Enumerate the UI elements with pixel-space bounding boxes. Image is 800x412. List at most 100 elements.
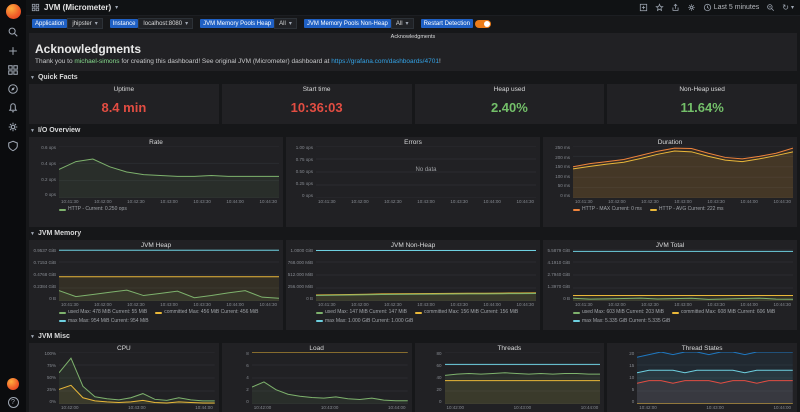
settings-gear-button[interactable] <box>687 3 696 12</box>
y-tick-label: 512.000 MiB <box>288 273 313 278</box>
variable-value-text: localhost:8080 <box>143 21 182 27</box>
dashboard-title[interactable]: JVM (Micrometer) <box>44 3 111 12</box>
add-panel-button[interactable] <box>639 3 648 12</box>
row-header-jvm-memory[interactable]: ▼ JVM Memory <box>30 229 797 238</box>
dashboard-scroll-area[interactable]: Acknowledgments Acknowledgments Thank yo… <box>26 31 800 412</box>
x-axis-labels: 10:41:3010:42:0010:42:3010:43:0010:43:30… <box>543 301 797 308</box>
panel-title[interactable]: Rate <box>29 137 283 146</box>
panel-title[interactable]: Load <box>222 343 412 352</box>
share-button[interactable] <box>671 3 680 12</box>
y-tick-label: 40 <box>436 376 441 381</box>
y-tick-label: 0 <box>439 400 442 405</box>
panel-title[interactable]: JVM Total <box>543 240 797 249</box>
legend: used Max: 478 MiB Current: 55 MiB committ… <box>29 308 283 325</box>
legend-item[interactable]: HTTP - AVG Current: 222 ms <box>650 206 724 214</box>
y-tick-label: 2.7940 GiB <box>547 273 570 278</box>
dashboard-source-link[interactable]: https://grafana.com/dashboards/4701 <box>331 58 439 65</box>
row-header-io-overview[interactable]: ▼ I/O Overview <box>30 126 797 135</box>
panel-title[interactable]: Errors <box>286 137 540 146</box>
x-tick-label: 10:43:30 <box>450 302 468 308</box>
y-tick-label: 150 ms <box>555 165 570 170</box>
panel-title[interactable]: Duration <box>543 137 797 146</box>
star-button[interactable] <box>655 3 664 12</box>
alerting-bell-icon[interactable] <box>7 102 19 114</box>
server-admin-shield-icon[interactable] <box>7 140 19 152</box>
grafana-logo-icon[interactable] <box>6 4 21 19</box>
configuration-gear-icon[interactable] <box>7 121 19 133</box>
x-tick-label: 10:41:30 <box>61 302 79 308</box>
x-tick-label: 10:42:00 <box>351 199 369 205</box>
legend-item[interactable]: max Max: 5.335 GiB Current: 5.335 GiB <box>573 318 670 326</box>
y-tick-label: 8 <box>246 352 249 357</box>
legend-item[interactable]: max Max: 1.000 GiB Current: 1.000 GiB <box>316 318 413 326</box>
graph-body: 0.6 ops0.4 ops0.2 ops0 ops <box>29 146 283 198</box>
graph-body: 86420 <box>222 352 412 404</box>
legend-item[interactable]: used Max: 478 MiB Current: 55 MiB <box>59 309 147 317</box>
variable-value-dropdown[interactable]: jhipster▾ <box>67 18 102 29</box>
search-icon[interactable] <box>7 26 19 38</box>
panel-title[interactable]: Threads <box>415 343 605 352</box>
legend: used Max: 147 MiB Current: 147 MiB commit… <box>286 308 540 325</box>
dashboards-icon[interactable] <box>7 64 19 76</box>
chevron-down-icon: ▾ <box>289 20 292 27</box>
x-tick-label: 10:43:00 <box>160 302 178 308</box>
legend-item[interactable]: max Max: 954 MiB Current: 954 MiB <box>59 318 149 326</box>
variable-restart-detection: Restart Detection <box>421 19 491 28</box>
quick-facts-row: Uptime8.4 minStart time10:36:03Heap used… <box>29 84 797 124</box>
x-tick-label: 10:43:00 <box>128 405 146 411</box>
legend-item[interactable]: HTTP - Current: 0.250 ops <box>59 206 127 214</box>
y-tick-label: 0.50 ops <box>296 170 313 175</box>
legend-item[interactable]: committed Max: 456 MiB Current: 456 MiB <box>155 309 258 317</box>
panel-title[interactable]: Heap used <box>415 84 605 93</box>
variable-value-dropdown[interactable]: localhost:8080▾ <box>138 18 193 29</box>
chevron-down-icon: ▾ <box>406 20 409 27</box>
legend-color-dash <box>573 312 580 314</box>
legend-item[interactable]: committed Max: 608 MiB Current: 606 MiB <box>672 309 775 317</box>
y-tick-label: 0 B <box>306 297 313 302</box>
y-tick-label: 0.9537 GiB <box>33 249 56 254</box>
variable-value-dropdown[interactable]: All▾ <box>274 18 297 29</box>
panel-title[interactable]: JVM Heap <box>29 240 283 249</box>
x-tick-label: 10:44:00 <box>226 302 244 308</box>
panel-title[interactable]: CPU <box>29 343 219 352</box>
refresh-button[interactable]: ↻ ▾ <box>782 4 794 12</box>
y-tick-label: 1.00 ops <box>296 146 313 151</box>
legend-item[interactable]: HTTP - MAX Current: 0 ms <box>573 206 642 214</box>
explore-compass-icon[interactable] <box>7 83 19 95</box>
x-tick-label: 10:41:30 <box>575 199 593 205</box>
legend-color-dash <box>650 209 657 211</box>
legend-color-dash <box>316 312 323 314</box>
variables-row: Applicationjhipster▾Instancelocalhost:80… <box>26 16 800 31</box>
help-icon[interactable]: ? <box>8 397 19 408</box>
x-tick-label: 10:44:30 <box>259 199 277 205</box>
legend-item[interactable]: used Max: 603 MiB Current: 203 MiB <box>573 309 664 317</box>
plot-area <box>637 352 793 404</box>
zoom-out-button[interactable] <box>766 3 775 12</box>
legend-text: committed Max: 456 MiB Current: 456 MiB <box>164 309 258 317</box>
y-axis-labels: 1.0000 GiB768.000 MiB512.000 MiB256.000 … <box>286 249 316 301</box>
legend-item[interactable]: used Max: 147 MiB Current: 147 MiB <box>316 309 407 317</box>
legend-item[interactable]: committed Max: 156 MiB Current: 156 MiB <box>415 309 518 317</box>
panel-thread-states: Thread States2015105010:42:0010:43:0010:… <box>607 343 797 412</box>
panel-title[interactable]: Uptime <box>29 84 219 93</box>
restart-detection-toggle[interactable] <box>475 20 491 28</box>
time-range-picker[interactable]: Last 5 minutes <box>703 3 760 12</box>
variable-label: JVM Memory Pools Non-Heap <box>304 19 391 28</box>
grafana-bottom-logo-icon[interactable] <box>7 378 19 390</box>
y-tick-label: 0.2 ops <box>41 178 56 183</box>
panel-title[interactable]: Thread States <box>607 343 797 352</box>
panel-jvm-heap: JVM Heap0.9537 GiB0.7153 GiB0.4768 GiB0.… <box>29 240 283 330</box>
row-header-quick-facts[interactable]: ▼ Quick Facts <box>30 73 797 82</box>
create-plus-icon[interactable] <box>7 45 19 57</box>
author-link[interactable]: michael-simons <box>74 58 119 65</box>
variable-label: Application <box>32 19 67 28</box>
toggle-knob <box>484 21 490 27</box>
panel-title[interactable]: Start time <box>222 84 412 93</box>
panel-title[interactable]: JVM Non-Heap <box>286 240 540 249</box>
panel-title[interactable]: Acknowledgments <box>35 33 791 41</box>
y-tick-label: 256.000 MiB <box>288 285 313 290</box>
variable-value-dropdown[interactable]: All▾ <box>391 18 414 29</box>
legend-text: HTTP - Current: 0.250 ops <box>68 206 127 214</box>
panel-title[interactable]: Non-Heap used <box>607 84 797 93</box>
row-header-jvm-misc[interactable]: ▼ JVM Misc <box>30 332 797 341</box>
